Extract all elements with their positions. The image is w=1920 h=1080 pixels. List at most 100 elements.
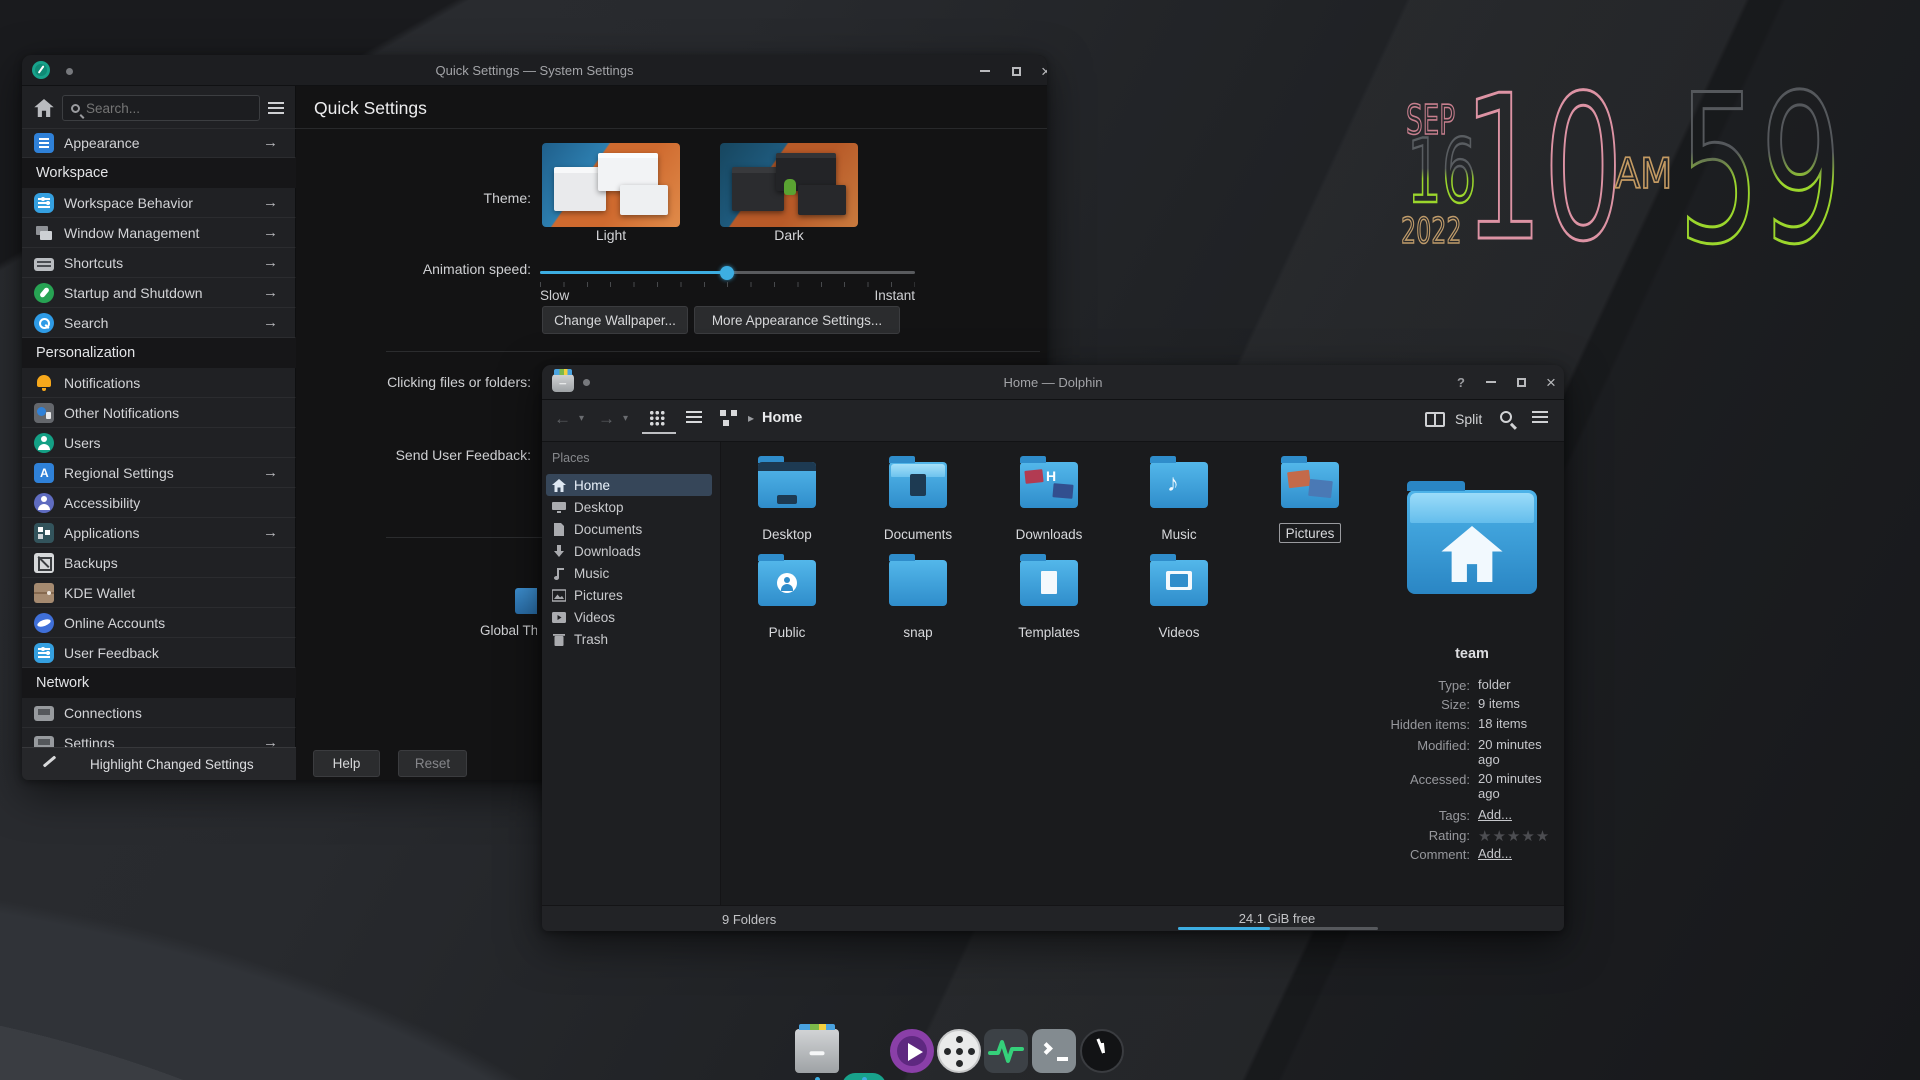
sidebar-item-search[interactable]: Search →: [22, 308, 296, 338]
folder-label[interactable]: Downloads: [994, 527, 1104, 542]
settings-search-box[interactable]: [62, 95, 260, 121]
sidebar-item-users[interactable]: Users: [22, 428, 296, 458]
theme-light-thumbnail[interactable]: [542, 143, 680, 227]
music-note-icon: ♪: [1167, 470, 1179, 497]
split-button[interactable]: Split: [1455, 411, 1482, 427]
information-panel: team Type: folder Size: 9 items Hidden ite…: [1380, 442, 1564, 905]
back-dropdown-icon[interactable]: ▾: [579, 413, 584, 424]
folder-icon-pictures[interactable]: [1281, 456, 1339, 508]
dock-terminal-icon[interactable]: [1032, 1029, 1076, 1073]
forward-dropdown-icon[interactable]: ▾: [623, 413, 628, 424]
theme-dark-thumbnail[interactable]: [720, 143, 858, 227]
folder-label[interactable]: Documents: [863, 527, 973, 542]
tree-view-button[interactable]: [720, 410, 737, 426]
place-music[interactable]: Music: [546, 562, 712, 584]
folder-label[interactable]: snap: [863, 625, 973, 640]
sidebar-item-workspace-behavior[interactable]: Workspace Behavior →: [22, 188, 296, 218]
folder-icon-desktop[interactable]: [758, 456, 816, 508]
add-tags-link[interactable]: Add...: [1478, 807, 1556, 823]
sidebar-item-online-accounts[interactable]: Online Accounts: [22, 608, 296, 638]
sidebar-item-applications[interactable]: Applications →: [22, 518, 296, 548]
dock-video-reel-icon[interactable]: [937, 1029, 981, 1073]
highlight-changed-settings-button[interactable]: Highlight Changed Settings: [22, 747, 296, 780]
add-comment-link[interactable]: Add...: [1478, 846, 1556, 862]
folder-icon-templates[interactable]: [1020, 554, 1078, 606]
sidebar-item-notifications[interactable]: Notifications: [22, 368, 296, 398]
folder-label[interactable]: Videos: [1124, 625, 1234, 640]
dolphin-titlebar[interactable]: Home — Dolphin ? ×: [542, 365, 1564, 400]
settings-titlebar[interactable]: Quick Settings — System Settings ×: [22, 55, 1047, 86]
place-pictures[interactable]: Pictures: [546, 584, 712, 606]
breadcrumb[interactable]: Home: [762, 410, 802, 426]
folder-icon-videos[interactable]: [1150, 554, 1208, 606]
sidebar-item-appearance[interactable]: Appearance →: [22, 128, 296, 158]
minimize-button[interactable]: [974, 61, 996, 81]
settings-search-input[interactable]: [86, 100, 236, 116]
sidebar-header-workspace: Workspace: [22, 158, 296, 188]
info-row-hidden: Hidden items: 18 items: [1390, 716, 1528, 732]
dock-dolphin-icon[interactable]: [795, 1024, 839, 1073]
trash-icon: [553, 633, 565, 646]
sidebar-item-kde-wallet[interactable]: KDE Wallet: [22, 578, 296, 608]
place-downloads[interactable]: Downloads: [546, 540, 712, 562]
sidebar-item-shortcuts[interactable]: Shortcuts →: [22, 248, 296, 278]
sidebar-item-connections[interactable]: Connections: [22, 698, 296, 728]
hamburger-menu-icon[interactable]: [1532, 411, 1548, 423]
folder-icon-music[interactable]: ♪: [1150, 456, 1208, 508]
help-button[interactable]: ?: [1450, 372, 1472, 392]
chevron-right-icon: →: [263, 464, 278, 481]
feedback-icon: [34, 642, 54, 663]
folder-label[interactable]: Music: [1124, 527, 1234, 542]
place-trash[interactable]: Trash: [546, 628, 712, 650]
change-wallpaper-button[interactable]: Change Wallpaper...: [542, 306, 688, 334]
more-appearance-settings-button[interactable]: More Appearance Settings...: [694, 306, 900, 334]
dock-system-monitor-icon[interactable]: [984, 1029, 1028, 1073]
dock-media-player-icon[interactable]: [890, 1029, 934, 1073]
close-button[interactable]: ×: [1035, 61, 1047, 81]
sidebar-item-startup-shutdown[interactable]: Startup and Shutdown →: [22, 278, 296, 308]
theme-dark-label: Dark: [774, 227, 804, 243]
animation-speed-slider[interactable]: [540, 266, 915, 280]
back-icon[interactable]: ←: [554, 409, 571, 429]
folder-icon-snap[interactable]: [889, 554, 947, 606]
help-button[interactable]: Help: [313, 750, 380, 777]
icons-view-button[interactable]: [649, 410, 665, 426]
desktop-icon: [552, 501, 566, 513]
place-home[interactable]: Home: [546, 474, 712, 496]
place-desktop[interactable]: Desktop: [546, 496, 712, 518]
search-icon[interactable]: [1500, 411, 1517, 430]
list-view-button[interactable]: [686, 411, 702, 425]
close-button[interactable]: ×: [1540, 372, 1562, 392]
slider-handle[interactable]: [720, 266, 734, 280]
folder-icon-documents[interactable]: [889, 456, 947, 508]
dolphin-window: Home — Dolphin ? × ← ▾ → ▾ ▸ Home Split …: [542, 365, 1564, 931]
info-row-accessed: Accessed: 20 minutes ago: [1410, 771, 1542, 801]
folder-view[interactable]: Desktop Documents H Downloads ♪ Music Pi…: [720, 442, 1380, 905]
folder-icon-downloads[interactable]: H: [1020, 456, 1078, 508]
reset-button[interactable]: Reset: [398, 750, 467, 777]
minimize-button[interactable]: [1480, 372, 1502, 392]
place-videos[interactable]: Videos: [546, 606, 712, 628]
place-documents[interactable]: Documents: [546, 518, 712, 540]
sidebar-item-accessibility[interactable]: Accessibility: [22, 488, 296, 518]
sidebar-item-regional-settings[interactable]: Regional Settings→: [22, 458, 296, 488]
folder-label-focused[interactable]: Pictures: [1255, 526, 1365, 541]
sidebar-item-other-notifications[interactable]: Other Notifications: [22, 398, 296, 428]
dock-clock-icon[interactable]: [1080, 1029, 1124, 1073]
home-icon: [552, 478, 566, 492]
folder-icon-public[interactable]: [758, 554, 816, 606]
global-theme-icon[interactable]: [515, 588, 537, 614]
sidebar-item-user-feedback[interactable]: User Feedback: [22, 638, 296, 668]
folder-label[interactable]: Templates: [994, 625, 1104, 640]
sidebar-menu-button[interactable]: [268, 99, 284, 117]
split-icon[interactable]: [1425, 412, 1445, 427]
sidebar-item-backups[interactable]: Backups: [22, 548, 296, 578]
sidebar-item-window-management[interactable]: Window Management →: [22, 218, 296, 248]
forward-icon[interactable]: →: [598, 409, 615, 429]
home-button[interactable]: [34, 99, 54, 117]
maximize-button[interactable]: [1510, 372, 1532, 392]
folder-label[interactable]: Public: [732, 625, 842, 640]
maximize-button[interactable]: [1005, 61, 1027, 81]
folder-label[interactable]: Desktop: [732, 527, 842, 542]
rating-stars[interactable]: ★★★★★: [1478, 828, 1564, 845]
